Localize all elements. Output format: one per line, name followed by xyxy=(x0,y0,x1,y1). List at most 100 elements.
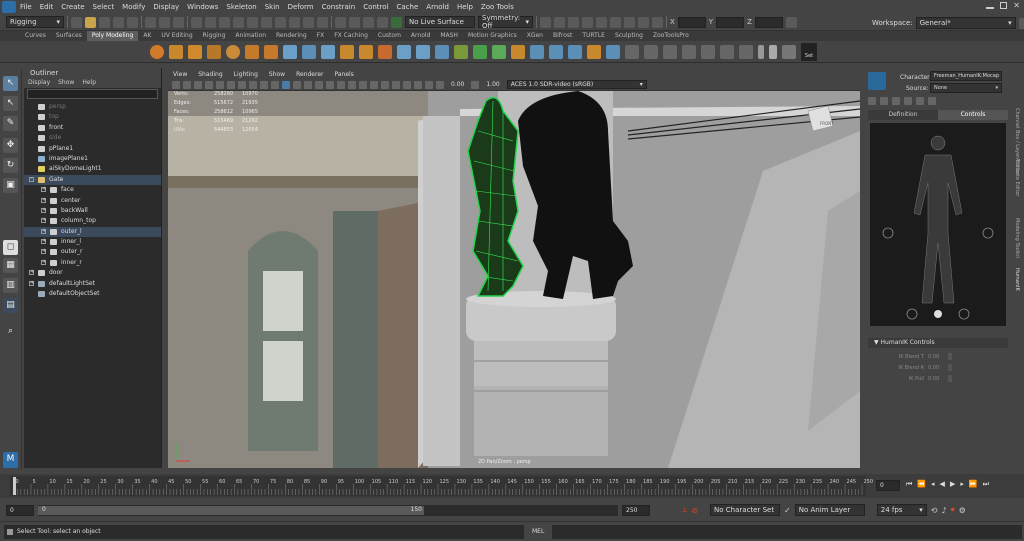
shelf-tab-xgen[interactable]: XGen xyxy=(522,31,548,41)
expand-toggle-icon[interactable]: + xyxy=(41,218,46,224)
hik-pin-icon[interactable] xyxy=(904,97,912,105)
side-tab-humanik[interactable]: HumanIK xyxy=(1014,268,1020,291)
exposure-icon[interactable] xyxy=(436,80,444,89)
mask-uv-icon[interactable] xyxy=(233,16,244,28)
mask-misc-icon[interactable] xyxy=(317,16,328,28)
shelf-tab-rendering[interactable]: Rendering xyxy=(271,31,312,41)
delete-history-icon[interactable] xyxy=(606,44,620,59)
mask-edge-icon[interactable] xyxy=(205,16,216,28)
xray-joints-icon[interactable] xyxy=(414,80,422,89)
shelf-tab-bifrost[interactable]: Bifrost xyxy=(548,31,577,41)
menu-windows[interactable]: Windows xyxy=(183,3,222,11)
expand-toggle-icon[interactable]: + xyxy=(41,259,46,265)
end-time-input[interactable]: 250 xyxy=(622,504,650,516)
step-forward-frame-icon[interactable]: ▸ xyxy=(960,480,964,489)
symmetry-dropdown[interactable]: Symmetry: Off ▾ xyxy=(478,14,533,30)
isolate-select-icon[interactable] xyxy=(392,80,400,89)
poly-cylinder-icon[interactable] xyxy=(188,44,202,59)
shadows-icon[interactable] xyxy=(348,80,356,89)
expand-toggle-icon[interactable]: + xyxy=(41,187,46,193)
gate-mask-icon[interactable] xyxy=(238,80,246,89)
outliner-item[interactable]: + inner_l xyxy=(24,237,161,247)
mask-dynamics-icon[interactable] xyxy=(289,16,300,28)
x-coordinate-input[interactable] xyxy=(677,16,706,28)
auto-keyframe-toggle-icon[interactable]: ⏺ xyxy=(951,505,955,515)
viewport-menu-shading[interactable]: Shading xyxy=(198,70,222,79)
menu-help[interactable]: Help xyxy=(453,3,477,11)
side-by-side-icon[interactable]: ▥ xyxy=(3,278,18,293)
outliner-item[interactable]: defaultObjectSet xyxy=(24,289,161,299)
mel-label[interactable]: MEL xyxy=(532,528,544,535)
current-time-marker[interactable] xyxy=(13,477,16,495)
fps-dropdown[interactable]: 24 fps ▾ xyxy=(876,504,927,516)
time-slider-ticks[interactable]: 0 5 10 15 20 25 30 35 40 45 50 55 60 65 70 75 80 85 90 95 10… xyxy=(0,474,880,498)
default-material-icon[interactable] xyxy=(304,80,312,89)
triangulate-icon[interactable] xyxy=(663,44,677,59)
outliner-item[interactable]: + door xyxy=(24,268,161,278)
menu-create[interactable]: Create xyxy=(57,3,88,11)
bridge-icon[interactable] xyxy=(397,44,411,59)
shelf-tab-animation[interactable]: Animation xyxy=(230,31,271,41)
menu-file[interactable]: File xyxy=(16,3,36,11)
redo-icon[interactable] xyxy=(127,16,138,28)
arnold-render-icon[interactable] xyxy=(596,16,607,28)
character-key-icon[interactable]: ✓ xyxy=(784,506,791,515)
animation-preferences-icon[interactable]: ⚙ xyxy=(959,506,966,515)
close-icon[interactable]: ✕ xyxy=(1013,2,1020,10)
perspective-viewport[interactable]: Verts: 258260 10970 Edges: 515672 21935 Faces:… xyxy=(168,91,860,468)
bookmark-icon[interactable] xyxy=(183,80,191,89)
expand-toggle-icon[interactable]: + xyxy=(29,270,34,276)
textured-icon[interactable] xyxy=(326,80,334,89)
shelf-tab-arnold[interactable]: Arnold xyxy=(406,31,435,41)
wireframe-icon[interactable] xyxy=(282,80,290,89)
shelf-tab-fx[interactable]: FX xyxy=(312,31,330,41)
character-set-dropdown[interactable]: No Character Set xyxy=(710,504,781,516)
shelf-tab-curves[interactable]: Curves xyxy=(20,31,51,41)
outliner-item[interactable]: pPlane1 xyxy=(24,144,161,154)
shelf-tab-turtle[interactable]: TURTLE xyxy=(577,31,610,41)
outliner-item[interactable]: side xyxy=(24,133,161,143)
sound-icon[interactable]: ♪ xyxy=(941,506,946,515)
hik-blend-value[interactable]: 0.00 xyxy=(928,354,948,360)
render-view-icon[interactable] xyxy=(610,16,621,28)
mask-curve-icon[interactable] xyxy=(261,16,272,28)
expand-toggle-icon[interactable]: + xyxy=(41,197,46,203)
svg-icon[interactable] xyxy=(264,44,278,59)
shelf-tab-motion-graphics[interactable]: Motion Graphics xyxy=(463,31,522,41)
start-time-input[interactable]: 0 xyxy=(6,504,34,516)
range-slider-handle[interactable]: 0 150 xyxy=(38,505,424,515)
menu-skin[interactable]: Skin xyxy=(261,3,284,11)
expand-toggle-icon[interactable]: + xyxy=(41,249,46,255)
reduce-icon[interactable] xyxy=(720,44,734,59)
quad-draw-icon[interactable] xyxy=(473,44,487,59)
hik-key-icon[interactable] xyxy=(916,97,924,105)
mask-face-icon[interactable] xyxy=(219,16,230,28)
xray-active-icon[interactable] xyxy=(425,80,433,89)
expand-toggle-icon[interactable]: + xyxy=(41,228,46,234)
minimize-icon[interactable] xyxy=(986,7,995,9)
quadrangulate-icon[interactable] xyxy=(682,44,696,59)
viewport-menu-renderer[interactable]: Renderer xyxy=(296,70,323,79)
menu-deform[interactable]: Deform xyxy=(284,3,318,11)
outliner-item[interactable]: + face xyxy=(24,185,161,195)
grid-toggle-icon[interactable] xyxy=(205,80,213,89)
hik-tab-controls[interactable]: Controls xyxy=(938,110,1008,120)
outliner-item[interactable]: + outer_l xyxy=(24,226,161,238)
menu-display[interactable]: Display xyxy=(149,3,183,11)
color-space-dropdown[interactable]: ACES 1.0 SDR-video (sRGB) ▾ xyxy=(506,80,647,89)
hik-blend-slider[interactable] xyxy=(948,353,952,360)
unfold-icon[interactable] xyxy=(549,44,563,59)
menu-select[interactable]: Select xyxy=(89,3,119,11)
viewport-menu-view[interactable]: View xyxy=(173,70,187,79)
hik-blend-value[interactable]: 0.00 xyxy=(928,376,948,382)
outliner-item[interactable]: + column_top xyxy=(24,216,161,226)
custom-pencil-icon[interactable] xyxy=(758,44,764,59)
rotate-tool-icon[interactable]: ↻ xyxy=(3,158,18,173)
mask-joint-icon[interactable] xyxy=(247,16,258,28)
step-back-key-icon[interactable]: ⏪ xyxy=(917,480,926,489)
expand-toggle-icon[interactable]: + xyxy=(41,239,46,245)
menu-modify[interactable]: Modify xyxy=(118,3,149,11)
smooth-icon[interactable] xyxy=(321,44,335,59)
restore-icon[interactable] xyxy=(1000,2,1008,9)
go-to-end-icon[interactable]: ⏭ xyxy=(983,480,989,489)
